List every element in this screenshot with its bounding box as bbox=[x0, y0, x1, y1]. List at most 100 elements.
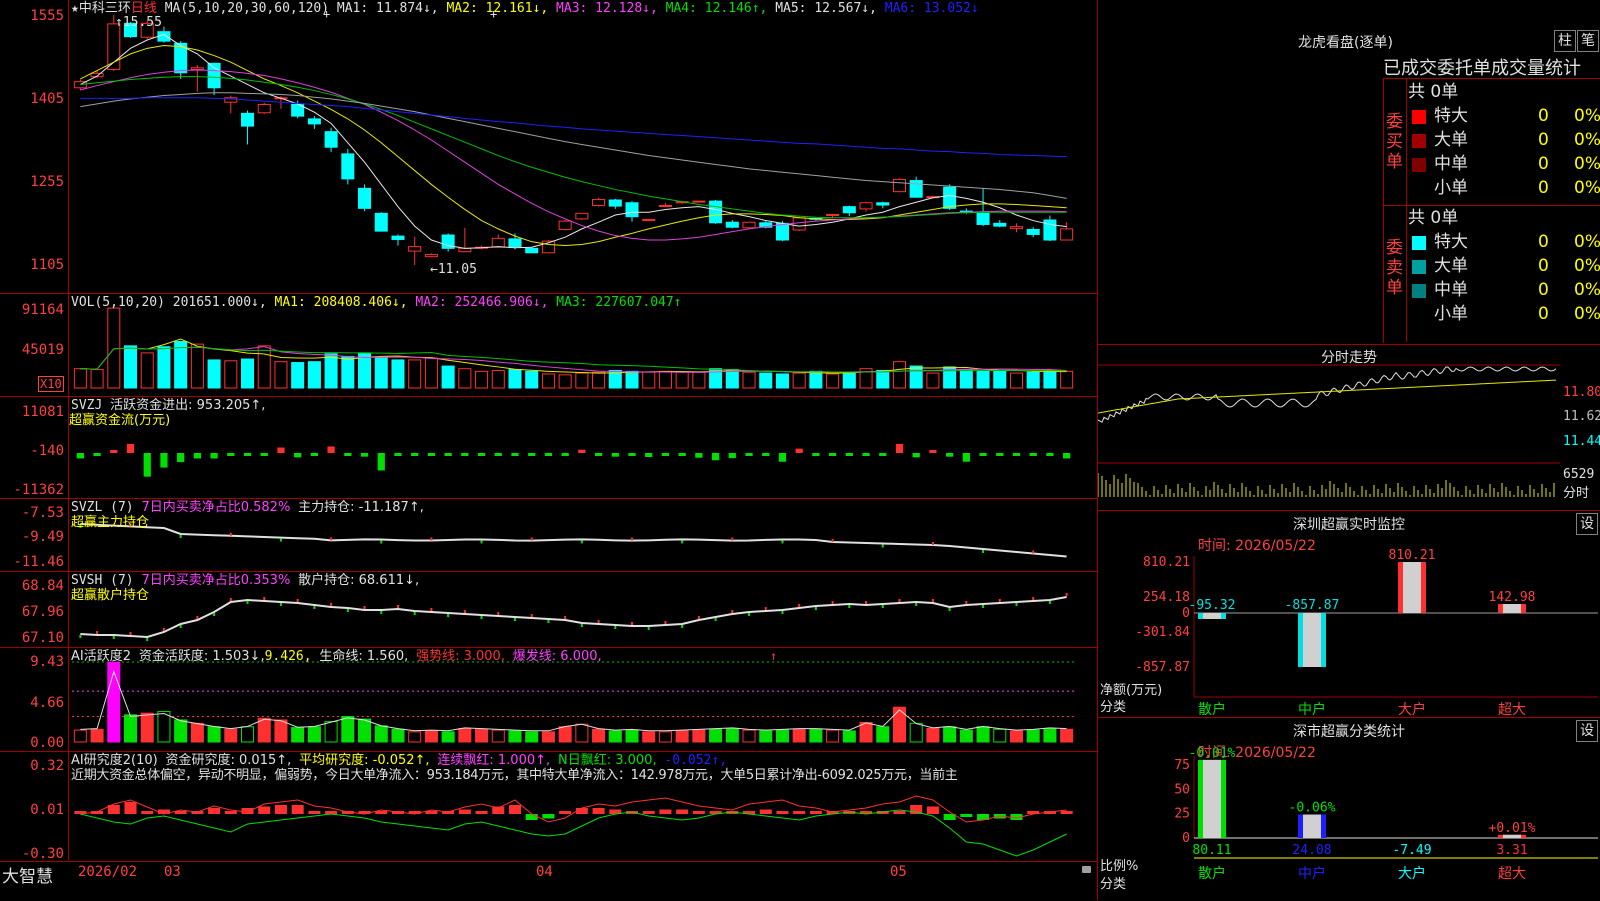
ai-research-title: AI研究度2(10) bbox=[71, 753, 158, 768]
classification-category: 中户 bbox=[1298, 865, 1326, 882]
activity-bar bbox=[307, 726, 321, 743]
realtime-category: 散户 bbox=[1198, 701, 1226, 717]
svzj-bar bbox=[879, 453, 887, 456]
ai-research-panel[interactable]: 0.32 0.01 -0.30 AI研究度2(10) 资金研究度: 0.015↑… bbox=[0, 752, 1097, 862]
ai-activity-panel[interactable]: 9.43 4.66 0.00 ↑ AI活跃度2 资金活跃度: 1.503↓,9.… bbox=[0, 648, 1097, 752]
activity-bar bbox=[809, 728, 823, 743]
activity-bar bbox=[257, 717, 271, 743]
research-bar bbox=[1060, 811, 1073, 814]
candle bbox=[658, 205, 672, 208]
research-bar bbox=[458, 809, 471, 814]
volume-bar bbox=[274, 361, 288, 389]
ai-research-avg: 平均研究度: -0.052↑, bbox=[299, 753, 430, 768]
intraday-vol-unit: 分时 bbox=[1563, 486, 1590, 501]
svzj-bar bbox=[561, 453, 569, 456]
candle bbox=[575, 212, 589, 220]
volume-bar bbox=[424, 357, 438, 389]
activity-bar bbox=[441, 731, 455, 743]
ai-activity-val2: 9.426, bbox=[264, 649, 312, 664]
realtime-bar-label: -95.32 bbox=[1189, 598, 1236, 613]
candle bbox=[826, 213, 840, 217]
svzl-tick bbox=[731, 537, 734, 541]
tick-view-button[interactable]: 笔 bbox=[1577, 30, 1599, 52]
volume-ma1: MA1: 208408.406↓, bbox=[274, 295, 408, 310]
order-percent: 0% bbox=[1574, 106, 1600, 126]
volume-bar bbox=[525, 370, 539, 389]
classification-value: 24.08 bbox=[1292, 843, 1331, 858]
svzj-bar bbox=[511, 453, 519, 456]
svzj-bar bbox=[93, 453, 101, 456]
volume-bar bbox=[307, 361, 321, 389]
activity-bar bbox=[575, 723, 589, 743]
lock-icon[interactable] bbox=[1082, 866, 1091, 873]
candle bbox=[1026, 228, 1040, 235]
brand-label: 大智慧 bbox=[2, 867, 53, 887]
realtime-category: 大户 bbox=[1398, 701, 1426, 717]
kline-chart[interactable]: + + bbox=[0, 0, 1097, 293]
ma4-value: MA4: 12.146↑, bbox=[665, 1, 768, 16]
svsh-panel[interactable]: 68.84 67.96 67.10 SVSH (7) 7日内买卖净占比0.353… bbox=[0, 572, 1097, 648]
intraday-ytick: 11.44 bbox=[1563, 434, 1600, 449]
order-percent: 0% bbox=[1574, 130, 1600, 150]
star-icon[interactable]: ★ bbox=[71, 1, 79, 16]
ai-research-lianxu: 连续飘红: 1.000↑, bbox=[437, 753, 551, 768]
svzj-panel[interactable]: 11081 -140 -11362 SVZJ 活跃资金进出: 953.205↑,… bbox=[0, 397, 1097, 499]
ai-research-header: AI研究度2(10) 资金研究度: 0.015↑, 平均研究度: -0.052↑… bbox=[71, 753, 958, 783]
bar-view-button[interactable]: 柱 bbox=[1554, 30, 1576, 52]
svzj-bar bbox=[327, 446, 335, 453]
intraday-ytick: 11.62 bbox=[1563, 409, 1600, 424]
activity-bar bbox=[1043, 727, 1057, 743]
volume-bar bbox=[341, 355, 355, 389]
svzj-bar bbox=[795, 448, 803, 453]
volume-bar bbox=[374, 356, 388, 389]
activity-bar bbox=[491, 729, 505, 743]
volume-bar bbox=[959, 369, 973, 389]
svzj-bar bbox=[193, 453, 201, 459]
volume-bar bbox=[324, 353, 338, 389]
color-swatch bbox=[1412, 308, 1426, 322]
svsh-tick bbox=[1065, 593, 1068, 596]
svsh-tick bbox=[664, 621, 667, 624]
candle bbox=[190, 67, 204, 70]
ma6-value: MA6: 13.052↓ bbox=[884, 1, 979, 16]
activity-bar bbox=[625, 729, 639, 743]
research-bar bbox=[692, 811, 705, 814]
order-percent: 0% bbox=[1574, 232, 1600, 252]
activity-bar bbox=[374, 725, 388, 743]
volume-panel[interactable]: 91164 45019 X10 VOL(5,10,20) 201651.000↓… bbox=[0, 294, 1097, 397]
order-percent: 0% bbox=[1574, 178, 1600, 198]
research-bar bbox=[291, 805, 304, 814]
svzl-tick bbox=[982, 550, 985, 553]
intraday-panel[interactable]: 分时走势 11.80 11.62 11.44 6529 分时 bbox=[1098, 345, 1600, 511]
svsh-tick bbox=[965, 601, 968, 604]
svzj-bar bbox=[1063, 453, 1071, 459]
sell-rows: 共 0单 特大 0 0% 大单 0 0% 中单 0 0% 小单 0 0% bbox=[1408, 206, 1600, 331]
svzj-bar bbox=[895, 443, 904, 453]
svsh-tick bbox=[513, 618, 516, 621]
longhu-header: 已成交委托单成交量统计 bbox=[1383, 58, 1581, 79]
realtime-ytick: -857.87 bbox=[1135, 660, 1190, 675]
period-label[interactable]: 日线 bbox=[131, 1, 157, 16]
svzj-bar bbox=[544, 453, 553, 456]
research-bar bbox=[208, 808, 221, 814]
svsh-line bbox=[80, 596, 1067, 639]
activity-bar bbox=[1009, 730, 1024, 743]
candle bbox=[341, 153, 355, 180]
activity-bar bbox=[675, 730, 689, 743]
svzl-panel[interactable]: -7.53 -9.49 -11.46 SVZL (7) 7日内买卖净占比0.58… bbox=[0, 499, 1097, 572]
activity-bar bbox=[976, 726, 990, 743]
svzl-tick bbox=[831, 539, 834, 542]
candle bbox=[742, 221, 756, 229]
volume-bar bbox=[241, 358, 255, 389]
high-price-value: 15.55 bbox=[122, 15, 162, 30]
intraday-chart[interactable] bbox=[1098, 345, 1600, 510]
kline-panel[interactable]: 1555 1405 1255 1105 + + ★中科三环日线 MA(5,10,2… bbox=[0, 0, 1097, 294]
svzj-bar bbox=[594, 453, 603, 456]
volume-bar bbox=[842, 371, 856, 389]
order-count: 0 bbox=[1538, 106, 1549, 126]
stock-name[interactable]: 中科三环 bbox=[79, 1, 131, 16]
research-bar bbox=[592, 808, 605, 814]
research-bar bbox=[542, 814, 555, 819]
realtime-bar-highlight bbox=[1203, 613, 1221, 620]
activity-bar bbox=[107, 661, 121, 743]
